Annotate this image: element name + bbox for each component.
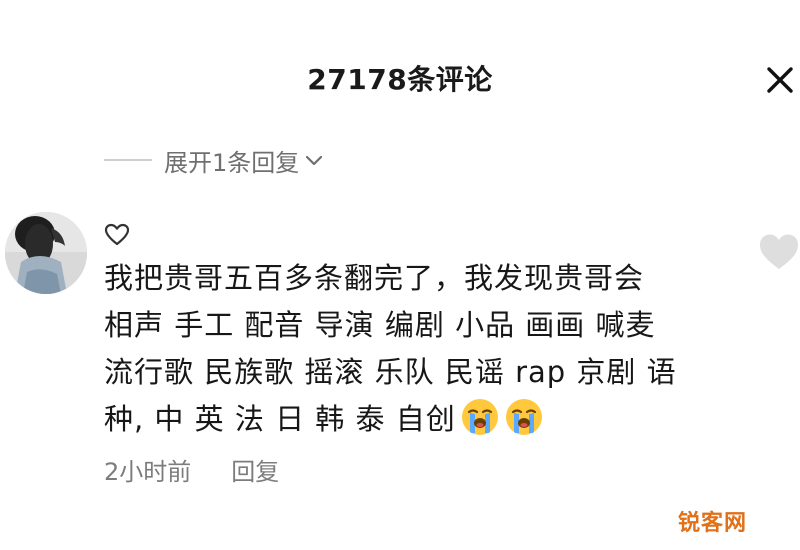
reply-button[interactable]: 回复 xyxy=(231,452,279,487)
comment-line: 我把贵哥五百多条翻完了，我发现贵哥会 xyxy=(104,261,645,295)
comment-body: 我把贵哥五百多条翻完了，我发现贵哥会 相声 手工 配音 导演 编剧 小品 画画 … xyxy=(104,255,744,443)
chevron-down-icon xyxy=(306,155,323,166)
expand-replies-label: 展开1条回复 xyxy=(164,148,300,177)
expand-replies-button[interactable]: 展开1条回复 xyxy=(104,140,325,180)
avatar[interactable] xyxy=(5,212,87,294)
heart-outline-icon[interactable] xyxy=(104,222,130,248)
avatar-image xyxy=(5,212,87,294)
close-icon[interactable] xyxy=(762,62,798,98)
comment-timestamp: 2小时前 xyxy=(104,458,192,486)
watermark-logo: 锐客网 xyxy=(678,511,748,536)
crying-face-icon xyxy=(461,399,498,435)
comment-line: 流行歌 民族歌 摇滚 乐队 民谣 rap 京剧 语 xyxy=(104,355,677,389)
heart-filled-icon[interactable] xyxy=(758,232,800,272)
divider-line xyxy=(104,159,152,161)
comment-line-last: 种, 中 英 法 日 韩 泰 自创 xyxy=(104,396,744,443)
crying-face-icon xyxy=(505,399,542,435)
comment-meta: 2小时前 回复 xyxy=(104,452,279,487)
comment-line: 种, 中 英 法 日 韩 泰 自创 xyxy=(104,402,456,436)
page-title: 27178条评论 xyxy=(307,63,493,96)
close-button[interactable] xyxy=(762,62,798,98)
comment-line: 相声 手工 配音 导演 编剧 小品 画画 喊麦 xyxy=(104,308,656,342)
